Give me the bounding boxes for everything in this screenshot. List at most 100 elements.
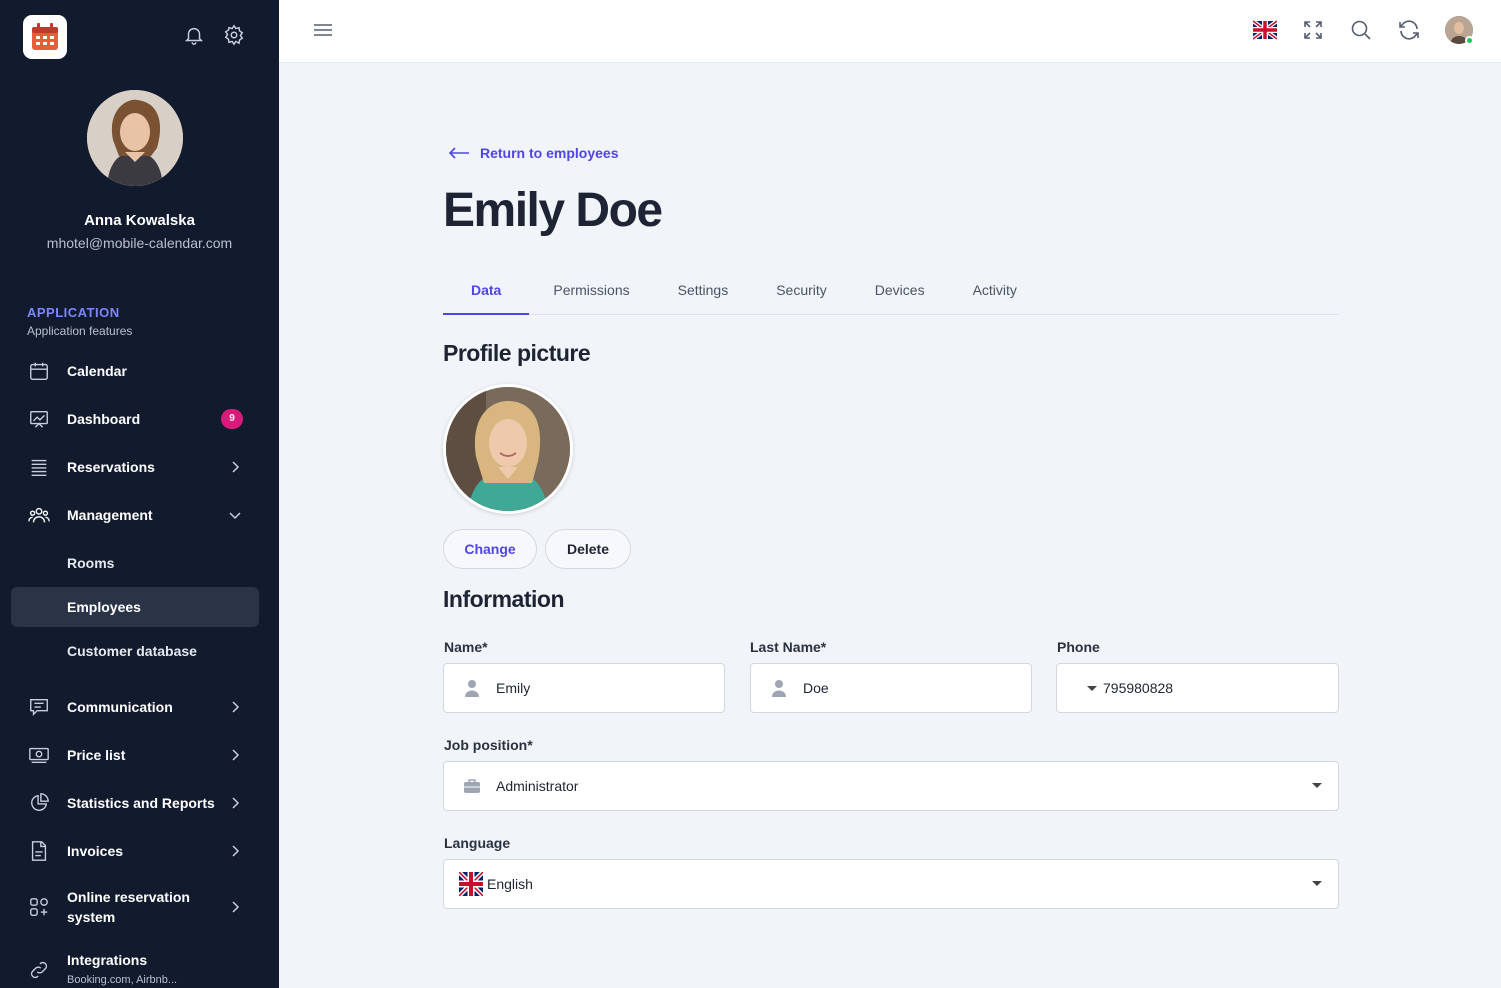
sidebar-item-label: Statistics and Reports: [67, 795, 215, 811]
chevron-right-icon: [232, 749, 240, 761]
tab-activity[interactable]: Activity: [949, 268, 1041, 315]
gear-icon[interactable]: [223, 24, 245, 46]
sidebar-item-communication[interactable]: Communication: [0, 687, 279, 727]
sidebar-item-price-list[interactable]: Price list: [0, 735, 279, 775]
phone-value: 795980828: [1103, 680, 1174, 696]
sidebar-item-label: Online reservation system: [67, 887, 190, 927]
section-title: APPLICATION: [27, 305, 120, 320]
sidebar-item-invoices[interactable]: Invoices: [0, 831, 279, 871]
profile-picture-image: [446, 387, 570, 511]
page-title: Emily Doe: [443, 184, 663, 237]
job-position-select[interactable]: Administrator: [443, 761, 1339, 811]
return-to-employees-link[interactable]: Return to employees: [448, 145, 618, 161]
person-icon: [465, 680, 479, 697]
sidebar-item-statistics[interactable]: Statistics and Reports: [0, 783, 279, 823]
uk-flag-icon[interactable]: [1251, 18, 1279, 42]
section-subtitle: Application features: [27, 324, 133, 338]
topbar: [279, 0, 1501, 63]
sidebar-item-label: Management: [67, 507, 153, 523]
phone-label: Phone: [1057, 639, 1100, 655]
user-email: mhotel@mobile-calendar.com: [46, 235, 233, 251]
sidebar-item-online-reservation[interactable]: Online reservation system: [0, 887, 279, 927]
sidebar-item-label: Dashboard: [67, 411, 141, 427]
name-value: Emily: [496, 680, 531, 696]
sidebar-item-management[interactable]: Management: [0, 495, 279, 535]
sidebar-item-label: Calendar: [67, 363, 127, 379]
people-icon: [28, 507, 50, 523]
sidebar-item-label-line1: Online reservation: [67, 889, 190, 905]
language-value: English: [487, 876, 533, 892]
apps-icon: [30, 898, 48, 916]
chevron-right-icon: [232, 701, 240, 713]
tab-data[interactable]: Data: [443, 268, 530, 315]
sidebar-item-label-line2: system: [67, 909, 116, 925]
name-label: Name*: [444, 639, 488, 655]
briefcase-icon: [464, 779, 480, 793]
hamburger-menu-icon[interactable]: [313, 20, 333, 40]
search-icon[interactable]: [1349, 18, 1373, 42]
dashboard-icon: [30, 410, 48, 428]
country-code-dropdown-icon[interactable]: [1087, 685, 1097, 691]
user-avatar[interactable]: [87, 90, 183, 186]
sidebar-subitem-customer-database[interactable]: Customer database: [11, 631, 259, 671]
chat-icon: [30, 698, 48, 716]
sidebar-item-label: Communication: [67, 699, 173, 715]
notification-badge: 9: [221, 409, 243, 429]
calendar-logo-icon: [32, 23, 58, 50]
name-field[interactable]: Emily: [443, 663, 725, 713]
sidebar-subitem-rooms[interactable]: Rooms: [11, 543, 259, 583]
sidebar-item-label: Price list: [67, 747, 126, 763]
sidebar-item-label-main: Integrations: [67, 952, 148, 968]
arrow-left-icon: [448, 147, 469, 159]
sidebar-item-dashboard[interactable]: Dashboard 9: [0, 399, 279, 439]
sidebar-item-label: Invoices: [67, 843, 124, 859]
sidebar-item-calendar[interactable]: Calendar: [0, 351, 279, 391]
bell-icon[interactable]: [183, 24, 205, 46]
sidebar-subitem-employees[interactable]: Employees: [11, 587, 259, 627]
change-picture-button[interactable]: Change: [443, 529, 537, 569]
sidebar-item-reservations[interactable]: Reservations: [0, 447, 279, 487]
fullscreen-icon[interactable]: [1301, 18, 1325, 42]
account-avatar[interactable]: [1445, 16, 1474, 45]
sidebar-item-label: Integrations Booking.com, Airbnb...: [67, 950, 177, 988]
job-position-label: Job position*: [444, 737, 533, 753]
uk-flag-icon: [459, 872, 483, 896]
user-name: Anna Kowalska: [84, 212, 195, 229]
information-heading: Information: [443, 586, 565, 612]
profile-picture-heading: Profile picture: [443, 340, 591, 366]
tab-bar: Data Permissions Settings Security Devic…: [443, 268, 1339, 315]
phone-field[interactable]: 795980828: [1056, 663, 1339, 713]
chevron-right-icon: [232, 461, 240, 473]
chevron-right-icon: [232, 901, 240, 913]
refresh-icon[interactable]: [1397, 18, 1421, 42]
chevron-right-icon: [232, 797, 240, 809]
language-select[interactable]: English: [443, 859, 1339, 909]
profile-picture: [443, 384, 573, 514]
calendar-icon: [30, 362, 48, 380]
user-avatar-image: [87, 90, 183, 186]
dropdown-caret-icon: [1312, 783, 1322, 788]
job-position-value: Administrator: [496, 778, 579, 794]
tab-devices[interactable]: Devices: [851, 268, 949, 315]
sidebar: Anna Kowalska mhotel@mobile-calendar.com…: [0, 0, 279, 988]
dropdown-caret-icon: [1312, 881, 1322, 886]
document-icon: [31, 841, 47, 861]
sidebar-item-integrations[interactable]: Integrations Booking.com, Airbnb...: [0, 950, 279, 988]
back-link-label: Return to employees: [480, 145, 619, 161]
tab-security[interactable]: Security: [752, 268, 851, 315]
online-status-dot: [1465, 36, 1474, 45]
person-icon: [772, 680, 786, 697]
list-icon: [31, 459, 47, 476]
delete-picture-button[interactable]: Delete: [545, 529, 631, 569]
tab-settings[interactable]: Settings: [654, 268, 753, 315]
sidebar-item-label: Reservations: [67, 459, 155, 475]
chevron-right-icon: [232, 845, 240, 857]
app-logo[interactable]: [23, 15, 67, 59]
last-name-label: Last Name*: [750, 639, 827, 655]
last-name-field[interactable]: Doe: [750, 663, 1032, 713]
pie-chart-icon: [31, 793, 49, 811]
language-label: Language: [444, 835, 511, 851]
sidebar-item-sublabel: Booking.com, Airbnb...: [67, 974, 178, 986]
chevron-down-icon: [229, 512, 241, 520]
tab-permissions[interactable]: Permissions: [529, 268, 653, 315]
